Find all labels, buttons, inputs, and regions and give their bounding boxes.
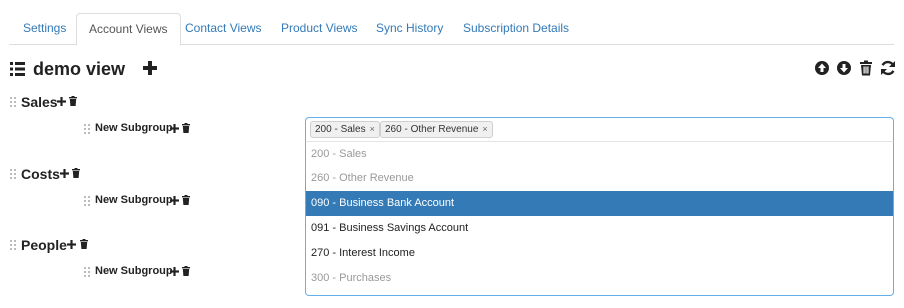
drag-handle[interactable] bbox=[10, 169, 17, 179]
dropdown-option[interactable]: 091 - Business Savings Account bbox=[306, 216, 893, 241]
subgroup-label: New Subgroup bbox=[95, 265, 173, 277]
trash-icon[interactable] bbox=[72, 168, 80, 178]
dropdown-option: 260 - Other Revenue bbox=[311, 172, 414, 184]
tab-subscription-details[interactable]: Subscription Details bbox=[451, 13, 581, 45]
account-dropdown-list: 200 - Sales 260 - Other Revenue 090 - Bu… bbox=[305, 141, 894, 296]
add-subgroup-button[interactable] bbox=[60, 169, 69, 178]
drag-handle[interactable] bbox=[10, 240, 17, 250]
add-item-button[interactable] bbox=[170, 196, 179, 205]
trash-icon[interactable] bbox=[182, 266, 190, 276]
selected-chip: 200 - Sales × bbox=[310, 121, 380, 138]
group-label-costs: Costs bbox=[21, 166, 60, 182]
dropdown-option[interactable]: 090 - Business Bank Account bbox=[306, 191, 893, 216]
tab-bar: Settings Account Views Contact Views Pro… bbox=[9, 13, 894, 46]
chip-label: 260 - Other Revenue bbox=[385, 124, 479, 135]
trash-icon[interactable] bbox=[858, 60, 874, 76]
selected-chip: 260 - Other Revenue × bbox=[380, 121, 493, 138]
account-multiselect-input[interactable]: 200 - Sales × 260 - Other Revenue × bbox=[305, 117, 894, 142]
tab-product-views[interactable]: Product Views bbox=[269, 13, 369, 45]
drag-handle[interactable] bbox=[84, 267, 91, 277]
tab-account-views[interactable]: Account Views bbox=[76, 13, 181, 46]
trash-icon[interactable] bbox=[182, 195, 190, 205]
chip-remove-button[interactable]: × bbox=[370, 124, 375, 134]
page-title: demo view bbox=[33, 59, 126, 79]
arrow-circle-up-icon[interactable] bbox=[814, 60, 830, 76]
chip-remove-button[interactable]: × bbox=[482, 124, 487, 134]
refresh-icon[interactable] bbox=[880, 60, 896, 76]
group-label-people: People bbox=[21, 237, 67, 253]
chip-label: 200 - Sales bbox=[315, 124, 366, 135]
dropdown-option: 300 - Purchases bbox=[311, 272, 392, 284]
trash-icon[interactable] bbox=[182, 123, 190, 133]
subgroup-label: New Subgroup bbox=[95, 194, 173, 206]
add-subgroup-button[interactable] bbox=[67, 240, 76, 249]
drag-handle[interactable] bbox=[84, 124, 91, 134]
dropdown-option: 200 - Sales bbox=[311, 148, 367, 160]
dropdown-option[interactable]: 270 - Interest Income bbox=[306, 241, 893, 266]
add-item-button[interactable] bbox=[170, 267, 179, 276]
subgroup-label: New Subgroup bbox=[95, 122, 173, 134]
tab-contact-views[interactable]: Contact Views bbox=[173, 13, 273, 45]
add-item-button[interactable] bbox=[170, 124, 179, 133]
trash-icon[interactable] bbox=[69, 96, 77, 106]
group-label-sales: Sales bbox=[21, 94, 58, 110]
add-subgroup-button[interactable] bbox=[57, 97, 66, 106]
add-group-button[interactable] bbox=[142, 60, 158, 76]
trash-icon[interactable] bbox=[80, 239, 88, 249]
arrow-circle-down-icon[interactable] bbox=[836, 60, 852, 76]
drag-handle[interactable] bbox=[84, 196, 91, 206]
drag-handle[interactable] bbox=[10, 97, 17, 107]
tab-settings[interactable]: Settings bbox=[11, 13, 78, 45]
list-icon bbox=[10, 62, 25, 76]
tab-sync-history[interactable]: Sync History bbox=[364, 13, 455, 45]
